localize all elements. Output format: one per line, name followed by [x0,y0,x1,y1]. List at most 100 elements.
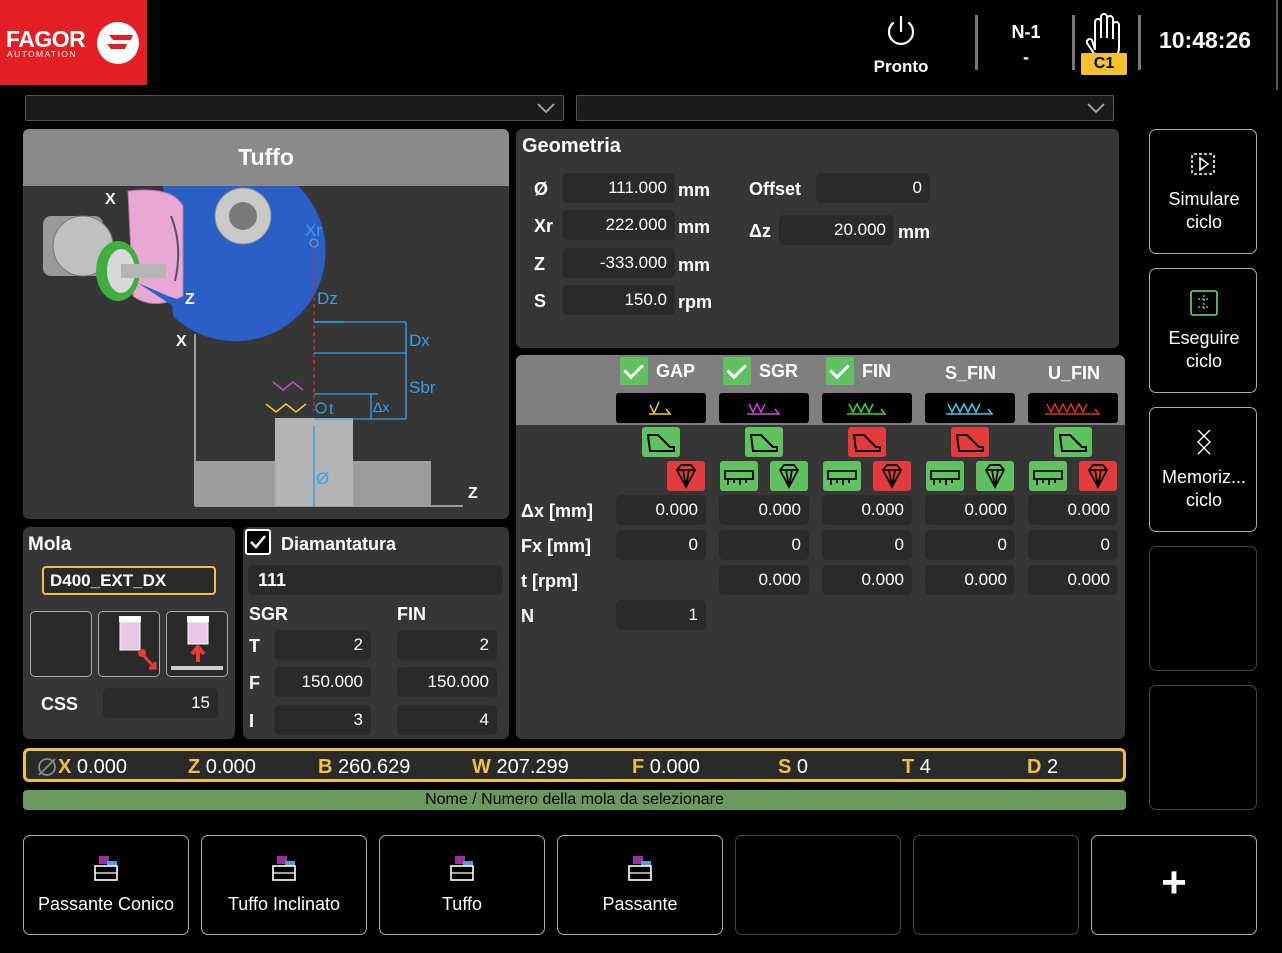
check-icon [250,535,266,549]
bottom-button-empty[interactable] [913,835,1079,935]
axis-z: Z 0.000 [188,756,256,779]
cycle-icon [628,856,652,881]
gap-fx-input[interactable]: 0 [616,530,706,560]
fin-feed-symbol[interactable] [822,393,912,423]
side-button-empty[interactable] [1149,685,1257,810]
dressing-f-fin[interactable]: 150.000 [397,667,497,697]
phase-u-fin[interactable]: U_FIN [1048,363,1100,384]
side-button-empty[interactable] [1149,546,1257,671]
dressing-row-f: F [249,673,260,693]
axis-t: T 4 [902,756,931,779]
fin-t-input[interactable]: 0.000 [822,565,912,595]
u-fin-t-input[interactable]: 0.000 [1028,565,1118,595]
feed-symbol-icon [1045,402,1101,415]
u-fin-approach-icon[interactable] [1054,427,1092,457]
fin-gauge-icon[interactable] [823,461,861,491]
dressing-t-fin[interactable]: 2 [397,630,497,660]
passante-label: Passante [602,894,678,914]
diameter-label: Ø [316,469,329,488]
wheel-select-button[interactable] [98,611,160,677]
phase-s-fin[interactable]: S_FIN [945,363,996,384]
wheel-slot-empty[interactable] [30,611,92,677]
axis-w: W 207.299 [472,756,569,779]
dressing-i-sgr[interactable]: 3 [274,705,371,735]
cycle-tuffo-inclinato-button[interactable]: Tuffo Inclinato [201,835,367,935]
css-input[interactable]: 15 [103,688,218,718]
cycle-passante-conico-button[interactable]: Passante Conico [23,835,189,935]
fin-dx-input[interactable]: 0.000 [822,495,912,525]
fin-fx-input[interactable]: 0 [822,530,912,560]
cycle-passante-button[interactable]: Passante [557,835,723,935]
dropdown-left[interactable] [25,95,564,121]
s-unit: rpm [678,292,713,312]
s-fin-dx-input[interactable]: 0.000 [925,495,1015,525]
diameter-input[interactable]: 111.000 [562,173,675,203]
diameter-icon [38,758,56,776]
u-fin-fx-input[interactable]: 0 [1028,530,1118,560]
xr-unit: mm [678,217,711,237]
fin-approach-icon[interactable] [848,427,886,457]
add-cycle-button[interactable]: + [1091,835,1257,935]
t-label: t [329,401,334,418]
gap-dx-input[interactable]: 0.000 [616,495,706,525]
bottom-button-empty[interactable] [735,835,901,935]
sgr-approach-icon[interactable] [745,427,783,457]
gap-checkbox[interactable] [620,357,648,385]
u-fin-diamond-icon[interactable] [1079,461,1117,491]
sgr-feed-symbol[interactable] [719,393,809,423]
dropdown-right[interactable] [576,95,1114,121]
gap-diamond-icon[interactable] [667,461,705,491]
execute-icon [1190,290,1218,316]
dressing-f-sgr[interactable]: 150.000 [274,667,371,697]
dressing-col-fin: FIN [397,604,426,624]
dressing-i-fin[interactable]: 4 [397,705,497,735]
s-fin-gauge-icon[interactable] [926,461,964,491]
phase-fin: FIN [862,361,891,381]
sgr-dx-input[interactable]: 0.000 [719,495,809,525]
u-fin-gauge-icon[interactable] [1029,461,1067,491]
s-input[interactable]: 150.0 [562,285,675,315]
dressing-checkbox[interactable] [245,529,271,555]
dressing-value-input[interactable]: 111 [248,565,503,595]
dressing-t-sgr[interactable]: 2 [274,630,371,660]
s-fin-feed-symbol[interactable] [925,393,1015,423]
sgr-t-input[interactable]: 0.000 [719,565,809,595]
u-fin-dx-input[interactable]: 0.000 [1028,495,1118,525]
tuffo-inclinato-label: Tuffo Inclinato [227,894,341,914]
dz-label: Dz [317,289,338,308]
plus-icon: + [1161,858,1187,907]
wheel-mount-button[interactable] [166,611,228,677]
fin-diamond-icon[interactable] [873,461,911,491]
geometry-title: Geometria [522,135,621,157]
power-status[interactable]: Pronto [860,10,942,78]
simulate-cycle-button[interactable]: Simulare ciclo [1149,129,1257,254]
s-fin-t-input[interactable]: 0.000 [925,565,1015,595]
z-input[interactable]: -333.000 [562,248,675,278]
x-axis-label: X [176,333,187,350]
cycle-icon [272,856,296,881]
axis-x-value: 0.000 [76,756,127,778]
sgr-gauge-icon[interactable] [720,461,758,491]
n-input[interactable]: 1 [616,600,706,630]
wheel-name-input[interactable]: D400_EXT_DX [42,566,216,595]
dressing-row-t: T [249,636,260,656]
gap-feed-symbol[interactable] [616,393,706,423]
s-fin-approach-icon[interactable] [951,427,989,457]
sgr-diamond-icon[interactable] [770,461,808,491]
gap-approach-icon[interactable] [642,427,680,457]
dz-label: Δz [749,221,771,241]
save-cycle-button[interactable]: Memoriz... ciclo [1149,407,1257,532]
sgr-checkbox[interactable] [723,357,751,385]
xr-input[interactable]: 222.000 [562,210,675,240]
s-fin-diamond-icon[interactable] [976,461,1014,491]
cycle-tuffo-button[interactable]: Tuffo [379,835,545,935]
row-label-t: t [rpm] [521,571,578,591]
fin-checkbox[interactable] [826,357,854,385]
execute-cycle-button[interactable]: Eseguire ciclo [1149,268,1257,393]
s-fin-fx-input[interactable]: 0 [925,530,1015,560]
offset-input[interactable]: 0 [816,173,930,203]
sgr-fx-input[interactable]: 0 [719,530,809,560]
axis-b-value: 260.629 [338,756,411,778]
dz-input[interactable]: 20.000 [779,215,894,245]
u-fin-feed-symbol[interactable] [1028,393,1118,423]
